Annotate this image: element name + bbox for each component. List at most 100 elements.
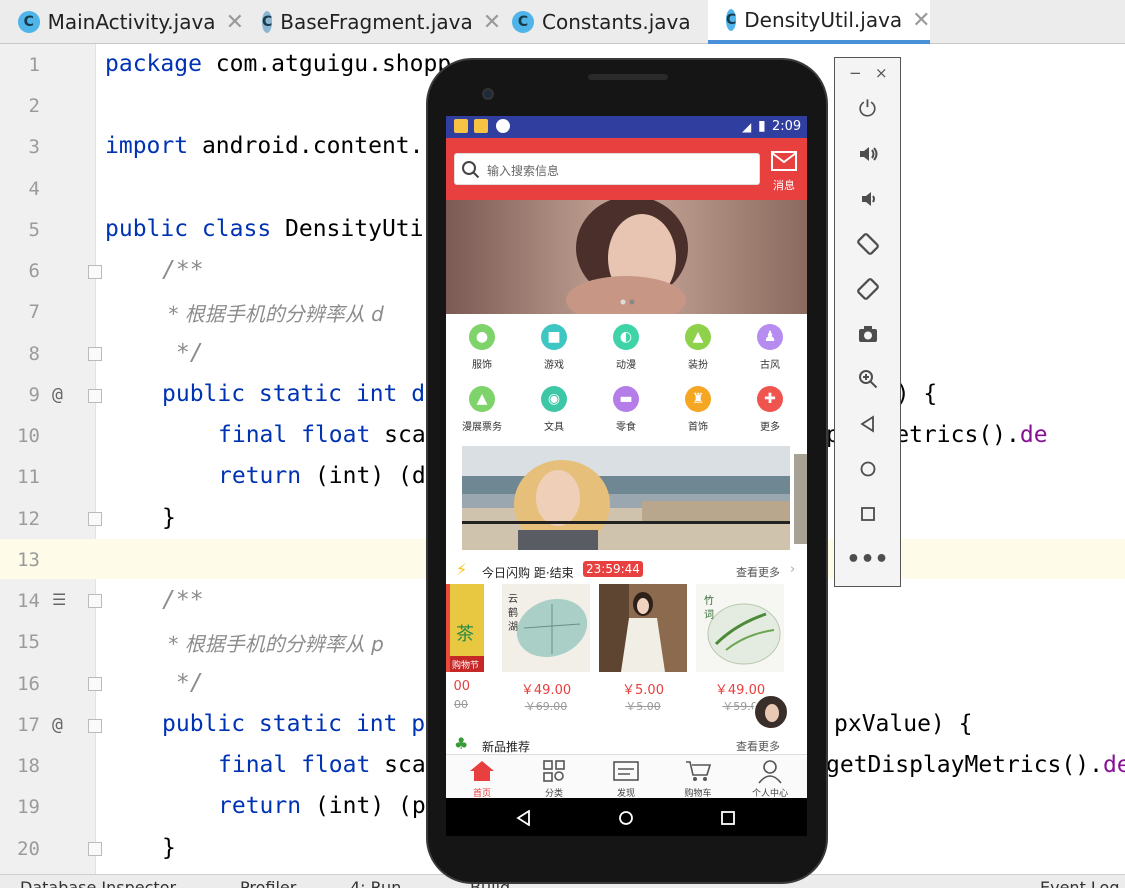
nav-discover[interactable]: 发现 <box>590 755 662 799</box>
fold-marker-icon[interactable] <box>88 677 102 691</box>
volume-down-icon[interactable] <box>835 182 900 216</box>
see-more-link[interactable]: 查看更多 <box>736 564 780 580</box>
back-icon[interactable] <box>516 810 532 826</box>
tab-label: DensityUtil.java <box>744 8 903 32</box>
power-icon[interactable]: ⏻ <box>835 92 900 126</box>
comment-line[interactable]: * 根据手机的分辨率从 p <box>162 628 383 657</box>
code-line[interactable]: } <box>162 505 176 531</box>
category-item[interactable]: ♜ 首饰 <box>668 386 728 433</box>
category-item[interactable]: ■ 游戏 <box>524 324 584 371</box>
code-line[interactable]: return (int) (p <box>218 793 426 819</box>
tool-profiler[interactable]: Profiler <box>240 878 296 888</box>
tool-run[interactable]: 4: Run <box>350 878 401 888</box>
fold-marker-icon[interactable] <box>88 594 102 608</box>
category-item[interactable]: ✚ 更多 <box>740 386 800 433</box>
category-item[interactable]: ♟ 古风 <box>740 324 800 371</box>
volume-up-icon[interactable] <box>835 137 900 171</box>
promo-image[interactable] <box>462 446 790 550</box>
nav-cart[interactable]: 购物车 <box>662 755 734 799</box>
code-line[interactable]: return (int) (d <box>218 463 426 489</box>
category-label: 服饰 <box>472 360 492 371</box>
recommend-icon: ♣ <box>454 734 469 753</box>
nav-home[interactable]: 首页 <box>446 755 518 799</box>
comment-line[interactable]: */ <box>162 340 204 366</box>
message-button[interactable]: 消息 <box>768 150 800 194</box>
fold-marker-icon[interactable] <box>88 347 102 361</box>
category-item[interactable]: ▲ 装扮 <box>668 324 728 371</box>
line-number: 9 <box>28 384 40 406</box>
emulator-controls: − × ⏻ ••• <box>834 57 901 587</box>
code-line[interactable]: public static int d <box>162 381 425 407</box>
override-marker-icon[interactable]: @ <box>52 714 63 735</box>
code-line[interactable]: public class DensityUti <box>105 216 424 242</box>
line-number: 11 <box>17 466 40 488</box>
close-button[interactable]: × <box>875 64 888 82</box>
zoom-icon[interactable] <box>835 362 900 396</box>
search-input[interactable]: 输入搜索信息 <box>454 153 760 185</box>
home-icon[interactable] <box>618 810 634 826</box>
line-number: 18 <box>17 755 40 777</box>
code-text: (int) (d <box>301 463 426 489</box>
comment-line[interactable]: */ <box>162 670 204 696</box>
banner-image[interactable] <box>446 200 807 314</box>
overview-icon[interactable] <box>720 810 736 826</box>
comment-line[interactable]: /** <box>162 587 204 613</box>
category-label: 首饰 <box>688 422 708 433</box>
rotate-left-icon[interactable] <box>835 227 900 261</box>
tab-constants[interactable]: C Constants.java <box>494 0 708 44</box>
code-text: DensityUti <box>271 216 424 242</box>
code-line[interactable]: final float sca <box>218 752 426 778</box>
tab-densityutil[interactable]: C DensityUtil.java ✕ <box>708 0 931 44</box>
message-label: 消息 <box>773 179 795 192</box>
code-line[interactable]: public static int p <box>162 711 425 737</box>
more-icon[interactable]: ••• <box>835 542 900 576</box>
tool-event-log[interactable]: Event Log <box>1040 878 1120 888</box>
product-photo: 竹 词 <box>696 584 784 672</box>
fold-marker-icon[interactable] <box>88 512 102 526</box>
home-icon[interactable] <box>835 452 900 486</box>
fold-marker-icon[interactable] <box>88 389 102 403</box>
fold-marker-icon[interactable] <box>88 265 102 279</box>
nav-category[interactable]: 分类 <box>518 755 590 799</box>
rotate-right-icon[interactable] <box>835 272 900 306</box>
category-item[interactable]: ▲ 漫展票务 <box>452 386 512 433</box>
tool-database-inspector[interactable]: Database Inspector <box>20 878 176 888</box>
category-item[interactable]: ◐ 动漫 <box>596 324 656 371</box>
mail-icon <box>771 151 797 171</box>
comment-line[interactable]: /** <box>162 257 204 283</box>
code-line[interactable]: package com.atguigu.shopp <box>105 51 451 77</box>
category-item[interactable]: ◉ 文具 <box>524 386 584 433</box>
see-more-link[interactable]: 查看更多 <box>736 738 780 754</box>
keyword: import <box>105 133 189 159</box>
code-line[interactable]: final float sca <box>218 422 426 448</box>
avatar[interactable] <box>753 694 789 730</box>
nav-profile[interactable]: 个人中心 <box>734 755 806 799</box>
product-label: 鹤 <box>508 606 518 619</box>
product-image[interactable]: 茶 购物节 <box>446 584 484 672</box>
tab-basefragment[interactable]: C BaseFragment.java ✕ <box>244 0 501 44</box>
promo-image-next[interactable] <box>794 454 807 544</box>
code-line-right[interactable]: getDisplayMetrics().de <box>826 752 1125 778</box>
tab-mainactivity[interactable]: C MainActivity.java ✕ <box>0 0 244 44</box>
product-image[interactable]: 云 鹤 湖 <box>502 584 590 672</box>
structure-marker-icon[interactable]: ☰ <box>52 590 66 609</box>
override-marker-icon[interactable]: @ <box>52 384 63 405</box>
product-price: ￥5.00 <box>622 683 664 698</box>
product-image[interactable]: 竹 词 <box>696 584 784 672</box>
code-line-right[interactable]: pxValue) { <box>834 711 972 737</box>
category-item[interactable]: ● 服饰 <box>452 324 512 371</box>
code-line[interactable]: import android.content. <box>105 133 424 159</box>
minimize-button[interactable]: − <box>849 64 862 82</box>
close-icon[interactable]: ✕ <box>912 8 930 33</box>
close-icon[interactable]: ✕ <box>226 10 244 35</box>
camera-icon[interactable] <box>835 317 900 351</box>
comment-line[interactable]: * 根据手机的分辨率从 d <box>162 298 383 327</box>
overview-icon[interactable] <box>835 497 900 531</box>
fold-marker-icon[interactable] <box>88 719 102 733</box>
code-line[interactable]: } <box>162 835 176 861</box>
keyword: return <box>218 463 302 489</box>
category-item[interactable]: ▬ 零食 <box>596 386 656 433</box>
product-image[interactable] <box>599 584 687 672</box>
fold-marker-icon[interactable] <box>88 842 102 856</box>
back-icon[interactable] <box>835 407 900 441</box>
